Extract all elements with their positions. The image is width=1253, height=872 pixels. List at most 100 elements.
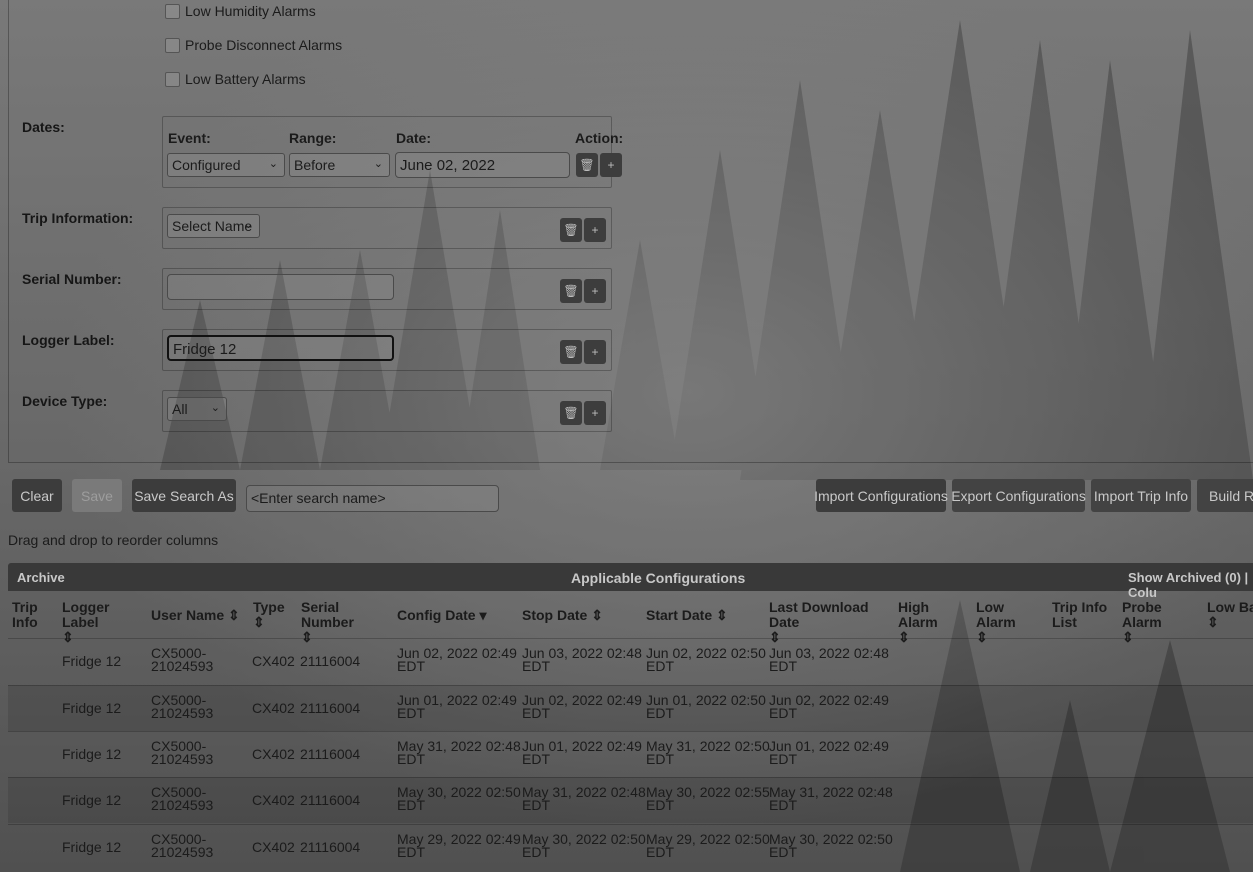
col-low-battery[interactable]: Low Bat ⇕: [1207, 600, 1253, 630]
search-name-placeholder: <Enter search name>: [251, 490, 386, 506]
export-configurations-button[interactable]: Export Configurations: [951, 479, 1086, 512]
dates-label: Dates:: [22, 119, 65, 135]
trip-name-select[interactable]: Select Name ⌄: [167, 214, 260, 238]
table-row[interactable]: Fridge 12 CX5000- 21024593 CX402 21116004 May…: [8, 731, 1253, 777]
import-configurations-button[interactable]: Import Configurations: [814, 479, 948, 512]
plus-icon: +: [607, 158, 615, 172]
serial-number-cell: 21116004: [300, 700, 361, 716]
logger-label-cell: Fridge 12: [62, 792, 122, 808]
table-row[interactable]: Fridge 12 CX5000- 21024593 CX402 21116004 Jun…: [8, 685, 1253, 731]
plus-icon: +: [591, 345, 599, 359]
search-app: Low Humidity Alarms Probe Disconnect Ala…: [0, 0, 1253, 872]
start-date-tz: EDT: [646, 797, 674, 813]
stop-date-tz: EDT: [522, 844, 550, 860]
user-name-cell-2: 21024593: [151, 797, 214, 813]
low-battery-alarms-option[interactable]: Low Battery Alarms: [165, 71, 306, 87]
col-trip-info-list[interactable]: Trip Info List: [1052, 600, 1108, 630]
probe-disconnect-alarms-option[interactable]: Probe Disconnect Alarms: [165, 37, 342, 53]
low-battery-checkbox[interactable]: [165, 71, 180, 87]
dates-add-button[interactable]: +: [600, 153, 622, 177]
type-cell: CX402: [252, 700, 295, 716]
trip-info-delete-button[interactable]: 🗑: [560, 218, 582, 242]
col-type[interactable]: Type ⇕: [253, 600, 293, 630]
device-type-box: [162, 390, 612, 432]
col-low-alarm-text: Low Alarm: [976, 599, 1016, 630]
type-cell: CX402: [252, 839, 295, 855]
table-row[interactable]: Fridge 12 CX5000- 21024593 CX402 21116004 Jun…: [8, 638, 1253, 684]
col-user-name[interactable]: User Name ⇕: [151, 608, 240, 623]
low-battery-label: Low Battery Alarms: [185, 71, 306, 87]
chevron-down-icon: ⌄: [268, 158, 278, 170]
col-type-text: Type: [253, 599, 285, 615]
low-humidity-checkbox[interactable]: [165, 3, 180, 19]
serial-number-input[interactable]: [167, 274, 394, 300]
logger-label-cell: Fridge 12: [62, 700, 122, 716]
dates-delete-button[interactable]: 🗑: [576, 153, 598, 177]
serial-number-delete-button[interactable]: 🗑: [560, 279, 582, 303]
logger-label-delete-button[interactable]: 🗑: [560, 340, 582, 364]
table-row[interactable]: Fridge 12 CX5000- 21024593 CX402 21116004 May…: [8, 777, 1253, 823]
trip-info-add-button[interactable]: +: [584, 218, 606, 242]
col-start-date[interactable]: Start Date ⇕: [646, 608, 728, 623]
logger-label-value: Fridge 12: [173, 341, 237, 358]
device-type-delete-button[interactable]: 🗑: [560, 401, 582, 425]
table-row[interactable]: Fridge 12 CX5000- 21024593 CX402 21116004 May…: [8, 824, 1253, 870]
date-input[interactable]: June 02, 2022: [395, 152, 570, 178]
last-download-tz: EDT: [769, 751, 797, 767]
device-type-label: Device Type:: [22, 393, 108, 409]
plus-icon: +: [591, 223, 599, 237]
serial-number-label: Serial Number:: [22, 271, 122, 287]
chevron-down-icon: ⌄: [210, 402, 220, 414]
serial-number-add-button[interactable]: +: [584, 279, 606, 303]
trip-information-label: Trip Information:: [22, 210, 134, 226]
trash-icon: 🗑: [563, 223, 579, 237]
trash-icon: 🗑: [563, 284, 579, 298]
date-input-value: June 02, 2022: [400, 157, 496, 174]
serial-number-cell: 21116004: [300, 839, 361, 855]
probe-disconnect-label: Probe Disconnect Alarms: [185, 37, 343, 53]
probe-disconnect-checkbox[interactable]: [165, 37, 180, 53]
logger-label-label: Logger Label:: [22, 332, 115, 348]
table-title: Applicable Configurations: [571, 570, 746, 586]
start-date-tz: EDT: [646, 844, 674, 860]
import-trip-info-button[interactable]: Import Trip Info: [1091, 479, 1191, 512]
save-search-as-button[interactable]: Save Search As: [132, 479, 236, 512]
type-cell: CX402: [252, 792, 295, 808]
chevron-down-icon: ⌄: [243, 219, 253, 231]
trip-name-select-value: Select Name: [172, 218, 253, 234]
show-archived-link[interactable]: Show Archived (0) | Colu: [1128, 570, 1253, 600]
clear-button[interactable]: Clear: [12, 479, 62, 512]
start-date-tz: EDT: [646, 705, 674, 721]
config-date-tz: EDT: [397, 797, 425, 813]
range-select-value: Before: [294, 157, 336, 173]
col-config-date[interactable]: Config Date ▾: [397, 608, 486, 623]
archive-button[interactable]: Archive: [17, 570, 65, 585]
device-type-add-button[interactable]: +: [584, 401, 606, 425]
logger-label-input[interactable]: Fridge 12: [167, 335, 394, 361]
start-date-tz: EDT: [646, 658, 674, 674]
config-date-tz: EDT: [397, 844, 425, 860]
col-trip-info[interactable]: Trip Info: [12, 600, 52, 630]
col-stop-date[interactable]: Stop Date ⇕: [522, 608, 603, 623]
user-name-cell-2: 21024593: [151, 658, 214, 674]
save-button[interactable]: Save: [72, 479, 122, 512]
low-humidity-alarms-option[interactable]: Low Humidity Alarms: [165, 3, 316, 19]
range-select[interactable]: Before ⌄: [289, 153, 390, 177]
logger-label-add-button[interactable]: +: [584, 340, 606, 364]
col-low-battery-text: Low Bat: [1207, 600, 1253, 615]
serial-number-cell: 21116004: [300, 653, 361, 669]
logger-label-cell: Fridge 12: [62, 839, 122, 855]
event-select[interactable]: Configured ⌄: [167, 153, 285, 177]
stop-date-tz: EDT: [522, 658, 550, 674]
col-serial-number-text: Serial Number: [301, 599, 354, 630]
low-humidity-label: Low Humidity Alarms: [185, 3, 316, 19]
search-name-input[interactable]: <Enter search name>: [246, 485, 499, 512]
logger-label-cell: Fridge 12: [62, 746, 122, 762]
device-type-select[interactable]: All ⌄: [167, 397, 227, 421]
device-type-value: All: [172, 401, 188, 417]
build-report-button[interactable]: Build Re: [1197, 479, 1253, 512]
user-name-cell-2: 21024593: [151, 751, 214, 767]
type-cell: CX402: [252, 746, 295, 762]
config-date-tz: EDT: [397, 658, 425, 674]
config-date-tz: EDT: [397, 705, 425, 721]
